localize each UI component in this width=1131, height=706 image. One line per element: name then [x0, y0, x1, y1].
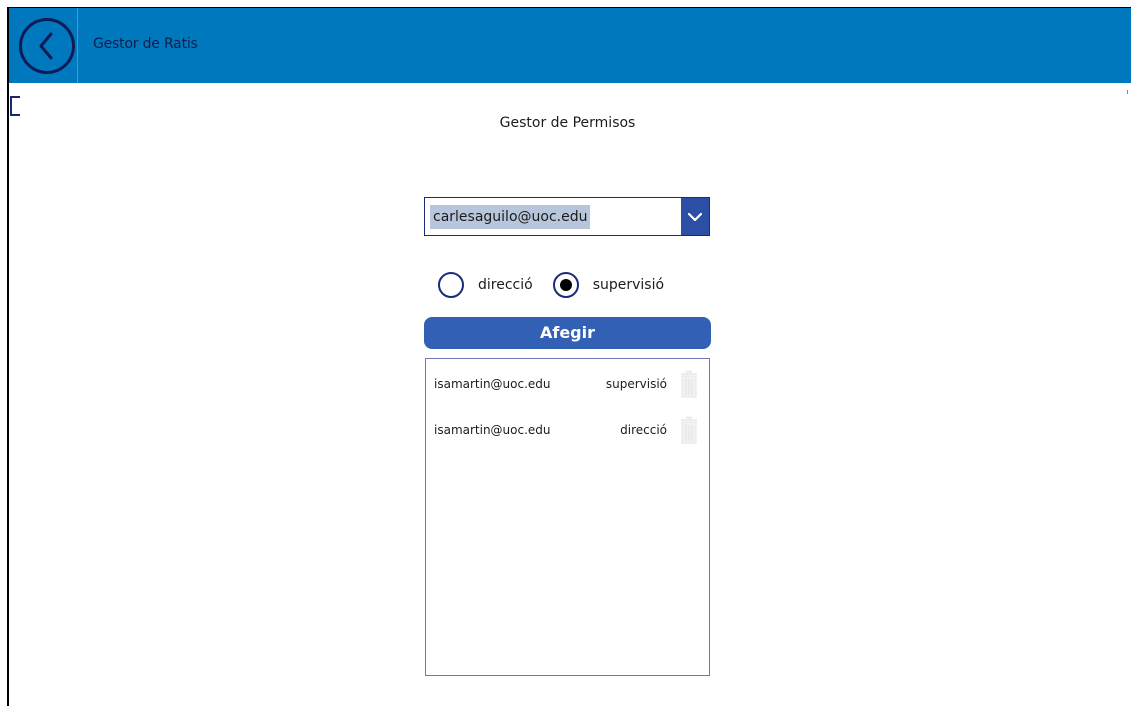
radio-supervisio[interactable]: supervisió: [552, 272, 665, 298]
radio-label: direcció: [478, 277, 533, 293]
trash-icon[interactable]: [679, 370, 699, 398]
dropdown-toggle[interactable]: [681, 198, 709, 235]
back-button[interactable]: [19, 18, 75, 74]
header-bar: Gestor de Ratis: [9, 8, 1131, 83]
scroll-indicator: [1127, 90, 1128, 94]
radio-circle[interactable]: [438, 272, 464, 298]
corner-bracket: [10, 96, 20, 116]
role-radio-group: direcció supervisió: [438, 270, 664, 300]
user-dropdown[interactable]: carlesaguilo@uoc.edu: [424, 197, 710, 236]
radio-direccio[interactable]: direcció: [438, 272, 533, 298]
permission-email: isamartin@uoc.edu: [434, 423, 551, 437]
header-divider: [77, 8, 78, 83]
header-title: Gestor de Ratis: [93, 36, 198, 52]
user-dropdown-value: carlesaguilo@uoc.edu: [430, 205, 591, 229]
add-button[interactable]: Afegir: [424, 317, 711, 349]
permission-role: supervisió: [605, 377, 667, 391]
radio-label: supervisió: [592, 277, 665, 293]
chevron-left-icon: [39, 32, 53, 60]
window-left-border: [7, 8, 9, 706]
page-title: Gestor de Permisos: [499, 115, 636, 131]
list-item[interactable]: isamartin@uoc.edu direcció: [426, 415, 709, 445]
permission-role: direcció: [620, 423, 667, 437]
permissions-list[interactable]: isamartin@uoc.edu supervisió isamartin@u…: [425, 358, 710, 676]
chevron-down-icon: [687, 212, 703, 221]
app-frame: Gestor de Ratis Gestor de Permisos carle…: [0, 0, 1131, 706]
list-item[interactable]: isamartin@uoc.edu supervisió: [426, 369, 709, 399]
radio-selected-dot: [559, 279, 572, 291]
trash-icon[interactable]: [679, 416, 699, 444]
radio-circle[interactable]: [552, 272, 579, 298]
permission-email: isamartin@uoc.edu: [434, 377, 551, 391]
